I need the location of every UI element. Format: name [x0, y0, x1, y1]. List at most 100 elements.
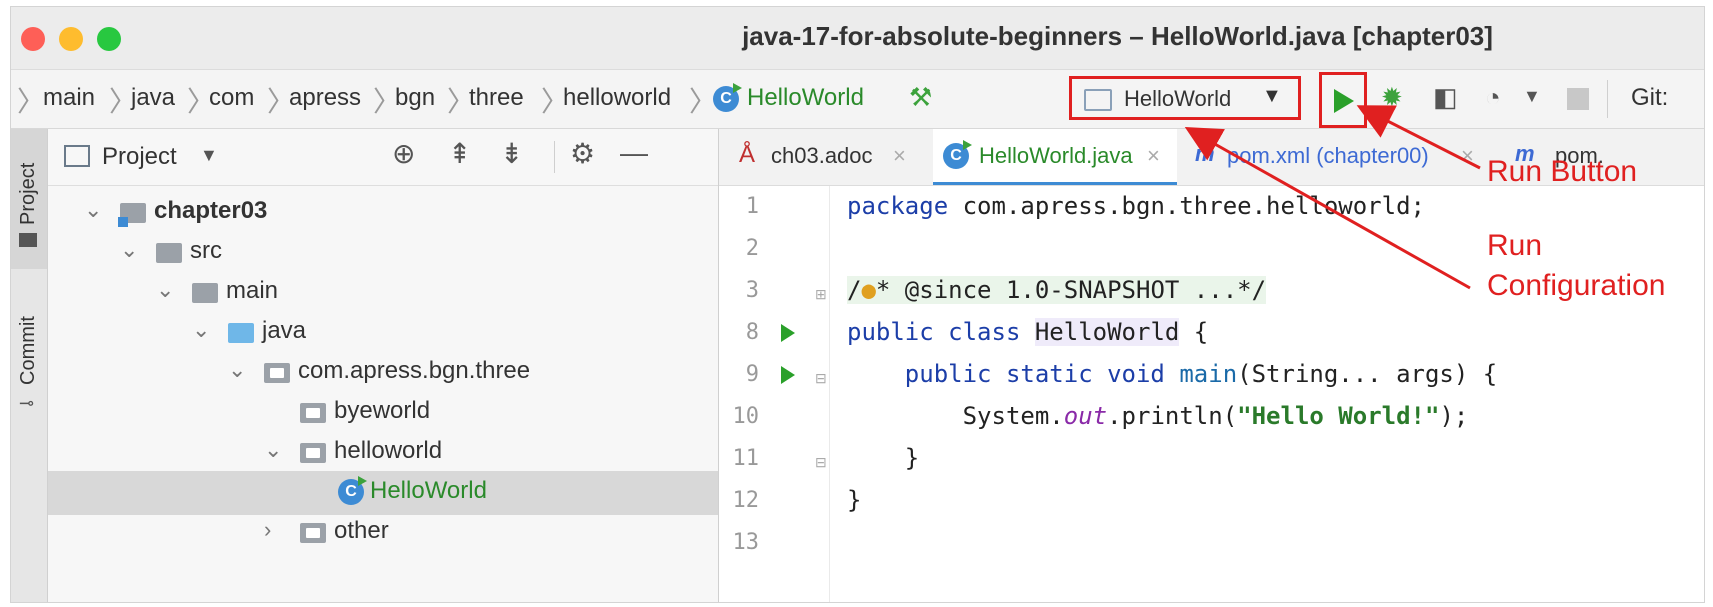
coverage-icon[interactable]: ◧	[1433, 82, 1458, 113]
tree-item-main[interactable]: ⌄ main	[48, 271, 718, 315]
line-number: 9	[745, 362, 759, 387]
code-line-9[interactable]: public static void main(String... args) …	[847, 360, 1497, 388]
fold-icon[interactable]: ⊞	[815, 286, 827, 303]
toolbar-divider	[1607, 80, 1608, 118]
line-gutter: 1 2 3 8 9 10 11 12 13 ⊞ ⊟ ⊟	[719, 186, 829, 602]
close-icon[interactable]: ×	[1147, 143, 1160, 169]
code-token: * @since 1.0-SNAPSHOT ...*/	[875, 276, 1267, 304]
code-line-3[interactable]: /●* @since 1.0-SNAPSHOT ...*/	[847, 276, 1267, 304]
code-line-12[interactable]: }	[847, 486, 861, 514]
module-folder-icon	[118, 203, 146, 227]
project-panel-header: Project ▼ ⊕ ⇞ ⇟ ⚙ —	[48, 129, 718, 186]
run-gutter-icon[interactable]	[781, 366, 795, 384]
header-divider	[554, 141, 555, 173]
zoom-window-button[interactable]	[97, 27, 121, 51]
line-number: 13	[732, 530, 760, 555]
tree-item-label: helloworld	[334, 437, 443, 464]
minimize-window-button[interactable]	[59, 27, 83, 51]
java-class-icon: C	[713, 83, 742, 112]
breadcrumb-helloworld[interactable]: helloworld	[563, 84, 671, 112]
stop-icon[interactable]	[1567, 88, 1589, 110]
collapse-all-icon[interactable]: ⇟	[500, 137, 523, 170]
gutter-divider	[829, 186, 830, 602]
code-line-10[interactable]: System.out.println("Hello World!");	[847, 402, 1469, 430]
breadcrumb-helloworld-class[interactable]: HelloWorld	[747, 84, 864, 112]
breadcrumb-main[interactable]: main	[43, 84, 95, 112]
line-number: 12	[732, 488, 760, 513]
tree-item-byeworld[interactable]: byeworld	[48, 391, 718, 435]
gear-icon[interactable]: ⚙	[570, 137, 595, 170]
run-gutter-icon[interactable]	[781, 324, 795, 342]
tab-pom-xml-chapter00[interactable]: m pom.xml (chapter00) ×	[1189, 129, 1489, 185]
chevron-down-icon[interactable]: ⌄	[120, 237, 138, 263]
code-token: com.apress.bgn.three.helloworld;	[948, 192, 1425, 220]
close-icon[interactable]: ×	[893, 143, 906, 169]
tab-ch03-adoc[interactable]: Å ch03.adoc ×	[733, 129, 943, 185]
run-configuration-selector[interactable]: HelloWorld ▼	[1069, 76, 1301, 120]
left-tool-strip: Project Commit ⊸	[11, 129, 48, 602]
folder-icon	[19, 233, 37, 247]
lightbulb-icon[interactable]: ●	[861, 276, 876, 304]
tree-item-helloworld[interactable]: ⌄ helloworld	[48, 431, 718, 475]
breadcrumb-apress[interactable]: apress	[289, 84, 361, 112]
chevron-down-icon[interactable]: ⌄	[264, 437, 282, 463]
package-icon	[300, 403, 326, 423]
more-run-options-chevron-icon[interactable]: ▼	[1523, 86, 1541, 107]
line-number: 3	[745, 278, 759, 303]
chevron-down-icon[interactable]: ⌄	[156, 277, 174, 303]
chevron-down-icon[interactable]: ⌄	[228, 357, 246, 383]
tree-item-label: com.apress.bgn.three	[298, 357, 531, 384]
tree-item-other[interactable]: › other	[48, 511, 718, 555]
breadcrumb-bgn[interactable]: bgn	[395, 84, 435, 112]
window-title: java-17-for-absolute-beginners – HelloWo…	[742, 21, 1493, 51]
tree-item-helloworld-class[interactable]: C HelloWorld	[48, 471, 718, 515]
code-token: main	[1179, 360, 1238, 388]
debug-bug-icon[interactable]: ✹	[1381, 82, 1403, 113]
chevron-down-icon[interactable]: ⌄	[84, 197, 102, 223]
project-panel: Project ▼ ⊕ ⇞ ⇟ ⚙ — ⌄ chapter03 ⌄ src ⌄	[48, 129, 719, 602]
chevron-down-icon[interactable]: ▼	[200, 145, 218, 166]
tree-item-com-apress-bgn-three[interactable]: ⌄ com.apress.bgn.three	[48, 351, 718, 395]
line-number: 1	[745, 194, 759, 219]
package-icon	[264, 363, 290, 383]
fold-icon[interactable]: ⊟	[815, 370, 827, 387]
select-opened-file-icon[interactable]: ⊕	[392, 137, 415, 170]
tree-item-java[interactable]: ⌄ java	[48, 311, 718, 355]
tree-item-label: other	[334, 517, 389, 544]
hide-panel-icon[interactable]: —	[620, 137, 648, 169]
breadcrumb-com[interactable]: com	[209, 84, 254, 112]
code-token: System.	[847, 402, 1064, 430]
project-view-title[interactable]: Project	[102, 143, 177, 171]
tree-item-src[interactable]: ⌄ src	[48, 231, 718, 275]
code-line-1[interactable]: package com.apress.bgn.three.helloworld;	[847, 192, 1425, 220]
git-label[interactable]: Git:	[1631, 84, 1668, 112]
folder-icon	[156, 243, 182, 263]
code-line-8[interactable]: public class HelloWorld {	[847, 318, 1208, 346]
close-window-button[interactable]	[21, 27, 45, 51]
tree-item-chapter03[interactable]: ⌄ chapter03	[48, 191, 718, 235]
breadcrumb-three[interactable]: three	[469, 84, 524, 112]
code-token: .println(	[1107, 402, 1238, 430]
project-view-icon	[64, 145, 90, 167]
tab-helloworld-java[interactable]: C HelloWorld.java ×	[933, 129, 1177, 185]
code-editor: Å ch03.adoc × C HelloWorld.java × m pom.…	[719, 129, 1704, 602]
navigation-bar: 〉 main 〉 java 〉 com 〉 apress 〉 bgn 〉 thr…	[11, 70, 1704, 129]
chevron-right-icon[interactable]: ›	[264, 517, 271, 543]
build-hammer-icon[interactable]: ⚒	[909, 82, 932, 113]
fold-icon[interactable]: ⊟	[815, 454, 827, 471]
source-folder-icon	[228, 323, 254, 343]
run-button[interactable]	[1319, 72, 1367, 128]
package-icon	[300, 443, 326, 463]
commit-tool-tab[interactable]: Commit ⊸	[11, 289, 47, 419]
breadcrumb-java[interactable]: java	[131, 84, 175, 112]
tree-item-label: byeworld	[334, 397, 431, 424]
profile-icon[interactable]: ◔	[1485, 82, 1501, 113]
expand-all-icon[interactable]: ⇞	[448, 137, 471, 170]
code-line-11[interactable]: }	[847, 444, 919, 472]
code-token: HelloWorld	[1034, 318, 1180, 346]
project-tool-tab[interactable]: Project	[11, 129, 47, 269]
close-icon[interactable]: ×	[1461, 143, 1474, 169]
code-token: );	[1439, 402, 1469, 430]
chevron-down-icon[interactable]: ⌄	[192, 317, 210, 343]
folder-icon	[192, 283, 218, 303]
